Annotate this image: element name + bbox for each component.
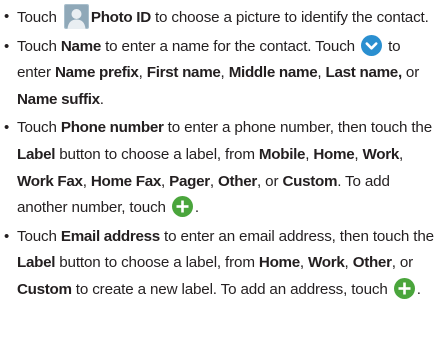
text-run: Touch bbox=[17, 119, 61, 137]
text-run: , or bbox=[391, 254, 414, 272]
ui-term: Label bbox=[17, 254, 56, 272]
contact-photo-icon bbox=[63, 4, 89, 29]
text-run: to enter a phone number, then touch the bbox=[163, 119, 433, 137]
ui-term: Name bbox=[60, 37, 102, 55]
ui-term: Pager bbox=[169, 172, 210, 190]
text-run: , bbox=[344, 254, 353, 272]
manual-page: • Touch Photo ID to choose a picture to i… bbox=[0, 0, 439, 364]
ui-term: Work bbox=[308, 254, 345, 272]
text-run: , bbox=[161, 172, 170, 190]
text-run: , bbox=[299, 254, 309, 272]
list-item-text: Touch Name to enter a name for the conta… bbox=[17, 34, 420, 108]
ui-term: Home Fax bbox=[90, 172, 162, 190]
text-run: , bbox=[317, 64, 326, 82]
text-run: to enter an email address, then touch th… bbox=[159, 227, 434, 245]
list-item: • Touch Photo ID to choose a picture to i… bbox=[2, 4, 435, 32]
text-run: button to choose a label, from bbox=[55, 145, 259, 163]
text-run: . bbox=[99, 90, 104, 108]
text-run: Touch bbox=[17, 227, 61, 245]
ui-term: Work Fax bbox=[17, 172, 83, 190]
bullet-marker: • bbox=[4, 119, 10, 137]
ui-term: Middle name bbox=[228, 64, 318, 82]
ui-term: Mobile bbox=[258, 145, 306, 163]
text-run: Touch bbox=[17, 9, 61, 26]
text-run: , bbox=[398, 145, 404, 163]
text-run: to choose a picture to identify the cont… bbox=[150, 9, 429, 26]
ui-term: Home bbox=[313, 145, 355, 163]
list-item-text: Touch Phone number to enter a phone numb… bbox=[17, 119, 433, 218]
text-run: . bbox=[416, 280, 421, 298]
ui-term: Photo ID bbox=[90, 9, 151, 26]
text-run: or bbox=[401, 64, 420, 82]
text-run: to create a new label. To add an address… bbox=[71, 280, 392, 298]
ui-term: Other bbox=[218, 172, 258, 190]
ui-term: Email address bbox=[60, 227, 160, 245]
list-item: • Touch Name to enter a name for the cont… bbox=[2, 34, 435, 114]
ui-term: Work bbox=[362, 145, 399, 163]
text-run: . bbox=[194, 199, 199, 217]
text-run: , bbox=[220, 64, 229, 82]
bullet-marker: • bbox=[4, 37, 10, 55]
text-run: Touch bbox=[17, 37, 61, 55]
text-run: , bbox=[209, 172, 219, 190]
text-run: , bbox=[82, 172, 91, 190]
text-run: , or bbox=[257, 172, 283, 190]
list-item-text: Touch Photo ID to choose a picture to id… bbox=[17, 4, 429, 29]
ui-term: Other bbox=[352, 254, 392, 272]
add-icon bbox=[171, 196, 193, 218]
expand-chevron-icon bbox=[361, 34, 383, 56]
add-icon bbox=[393, 277, 415, 299]
ui-term: Name prefix bbox=[54, 64, 139, 82]
ui-term: Home bbox=[258, 254, 300, 272]
ui-term: Custom bbox=[282, 172, 338, 190]
ui-term: Last name, bbox=[325, 64, 403, 82]
ui-term: Label bbox=[17, 145, 56, 163]
text-run: , bbox=[138, 64, 147, 82]
bullet-marker: • bbox=[4, 8, 10, 25]
list-item: • Touch Email address to enter an email a… bbox=[2, 224, 435, 304]
ui-term: Name suffix bbox=[17, 90, 100, 108]
text-run: to enter a name for the contact. Touch bbox=[101, 37, 360, 55]
bullet-marker: • bbox=[4, 227, 10, 245]
list-item-text: Touch Email address to enter an email ad… bbox=[17, 227, 434, 299]
ui-term: Custom bbox=[17, 280, 72, 298]
text-run: button to choose a label, from bbox=[55, 254, 259, 272]
ui-term: Phone number bbox=[60, 119, 164, 137]
instruction-list: • Touch Photo ID to choose a picture to i… bbox=[2, 4, 435, 304]
list-item: • Touch Phone number to enter a phone num… bbox=[2, 115, 435, 221]
ui-term: First name bbox=[146, 64, 221, 82]
